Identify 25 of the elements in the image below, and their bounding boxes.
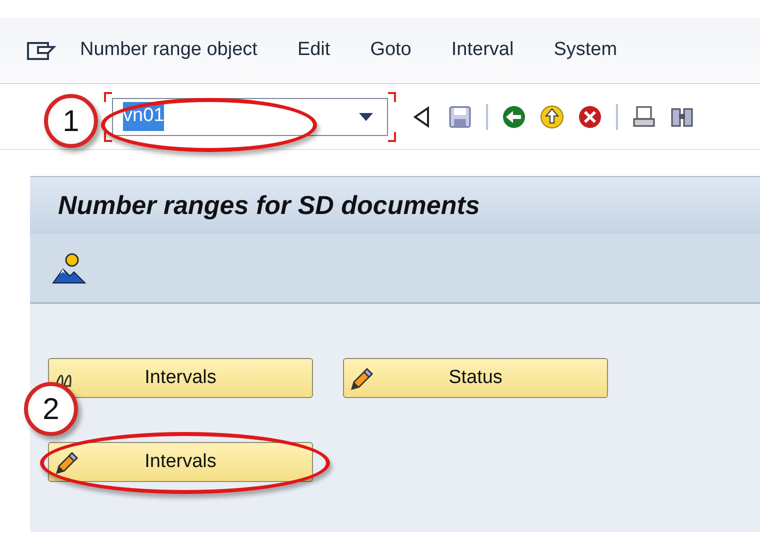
pencil-icon: [54, 450, 80, 476]
corner-bracket: [104, 92, 112, 102]
screen-title: Number ranges for SD documents: [58, 190, 480, 222]
callout-badge: 1: [44, 94, 98, 148]
menu-item[interactable]: Goto: [370, 36, 412, 65]
command-field[interactable]: vn01: [112, 98, 388, 136]
menu-item[interactable]: Interval: [451, 36, 514, 65]
save-icon[interactable]: [448, 104, 472, 128]
menu-item[interactable]: Edit: [297, 36, 330, 65]
corner-bracket: [388, 92, 396, 102]
action-button[interactable]: Status: [343, 358, 608, 398]
print-icon[interactable]: [632, 104, 656, 128]
menu-item[interactable]: Number range object: [80, 36, 258, 65]
cancel-icon[interactable]: [578, 104, 602, 128]
pencil-icon: [349, 366, 375, 392]
corner-bracket: [104, 132, 112, 142]
corner-bracket: [388, 132, 396, 142]
menu-item[interactable]: System: [554, 36, 618, 65]
landscape-icon[interactable]: [52, 252, 86, 284]
dropdown-icon[interactable]: [359, 112, 373, 120]
action-button[interactable]: Intervals: [48, 442, 313, 482]
action-button[interactable]: Intervals: [48, 358, 313, 398]
menu-icon[interactable]: [26, 40, 56, 62]
up-icon[interactable]: [540, 104, 564, 128]
back-icon[interactable]: [502, 104, 526, 128]
